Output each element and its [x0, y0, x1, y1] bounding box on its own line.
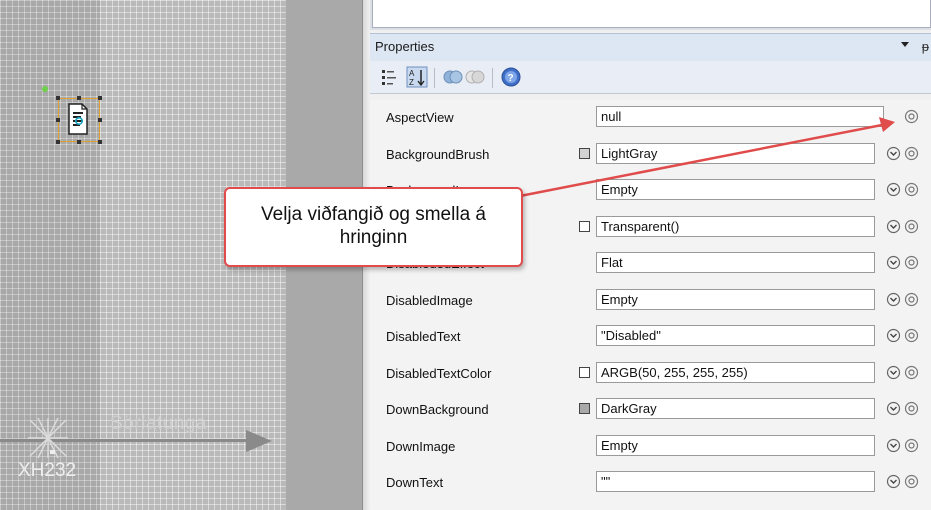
- resize-handle[interactable]: [77, 96, 81, 100]
- expand-chevron-icon[interactable]: [886, 146, 901, 161]
- property-grid: AspectView null BackgroundBrush LightGrayBa…: [370, 100, 931, 510]
- property-name: DisabledImage: [386, 292, 473, 308]
- svg-text:Z: Z: [409, 78, 414, 87]
- property-value-field[interactable]: LightGray: [596, 142, 875, 164]
- property-name: BackgroundBrush: [386, 146, 490, 162]
- property-value-field[interactable]: DarkGray: [596, 398, 875, 419]
- svg-text:?: ?: [508, 73, 514, 84]
- color-swatch: [579, 147, 590, 159]
- bind-circle-icon[interactable]: [904, 146, 919, 161]
- property-name: DisabledTextColor: [386, 365, 492, 381]
- property-value-field[interactable]: ARGB(50, 255, 255, 255): [596, 361, 875, 383]
- svg-text:A: A: [409, 69, 415, 78]
- property-row[interactable]: DownBackground DarkGray: [370, 392, 931, 428]
- expand-chevron-icon[interactable]: [886, 328, 901, 343]
- resize-handle[interactable]: [77, 140, 81, 144]
- toolbar-separator: [492, 68, 493, 88]
- bind-circle-icon[interactable]: [904, 328, 919, 343]
- resize-handle[interactable]: [56, 140, 60, 144]
- property-name: DownBackground: [386, 402, 489, 417]
- properties-header: Properties ᵽ: [370, 33, 931, 62]
- property-name: DownText: [386, 475, 444, 490]
- property-row[interactable]: DisabledImage Empty: [370, 283, 931, 319]
- panel-title: Properties: [375, 39, 435, 54]
- property-row[interactable]: DisabledText "Disabled": [370, 319, 931, 355]
- bind-circle-icon[interactable]: [904, 365, 919, 380]
- property-row[interactable]: DownImage Empty: [370, 429, 931, 465]
- bind-circle-icon[interactable]: [904, 182, 919, 197]
- bind-circle-icon[interactable]: [904, 109, 919, 124]
- pin-icon[interactable]: ᵽ: [922, 39, 929, 54]
- help-icon[interactable]: ?: [500, 66, 522, 88]
- events-view-icon[interactable]: [464, 66, 486, 88]
- expand-chevron-icon[interactable]: [886, 292, 901, 307]
- expand-chevron-icon[interactable]: [886, 401, 901, 416]
- expand-chevron-icon[interactable]: [886, 182, 901, 197]
- resize-handle[interactable]: [56, 118, 60, 122]
- alphabetical-sort-icon[interactable]: A Z: [406, 66, 428, 88]
- document-area: [372, 0, 931, 28]
- property-value-field[interactable]: Empty: [596, 288, 875, 310]
- document-area-edge: [370, 0, 931, 30]
- callout-text: Velja viðfangið og smella á hringinn: [261, 204, 486, 248]
- bind-circle-icon[interactable]: [904, 474, 919, 489]
- property-value-field[interactable]: Empty: [596, 179, 875, 200]
- property-value-field[interactable]: null: [596, 106, 884, 127]
- property-value-field[interactable]: "": [596, 471, 875, 492]
- expand-chevron-icon[interactable]: [886, 219, 901, 234]
- property-value-field[interactable]: Flat: [596, 252, 875, 273]
- categorized-icon[interactable]: [380, 66, 402, 88]
- resize-handle[interactable]: [98, 140, 102, 144]
- color-swatch: [579, 220, 590, 232]
- properties-view-icon[interactable]: [442, 66, 464, 88]
- panel-menu-dropdown-icon[interactable]: [901, 42, 909, 47]
- expand-chevron-icon[interactable]: [886, 438, 901, 453]
- property-value-field[interactable]: "Disabled": [596, 325, 875, 346]
- bind-circle-icon[interactable]: [904, 438, 919, 453]
- property-value-field[interactable]: Empty: [596, 434, 875, 456]
- callout-box: Velja viðfangið og smella á hringinn: [224, 187, 523, 267]
- document-object-icon[interactable]: [67, 103, 89, 135]
- property-row[interactable]: BackgroundBrush LightGray: [370, 137, 931, 173]
- color-swatch: [579, 403, 590, 414]
- junction-node-icon[interactable]: [26, 416, 70, 464]
- expand-chevron-icon[interactable]: [886, 474, 901, 489]
- property-value-field[interactable]: Transparent(): [596, 215, 875, 237]
- bind-circle-icon[interactable]: [904, 401, 919, 416]
- toolbar-separator: [434, 68, 435, 88]
- resize-handle[interactable]: [98, 96, 102, 100]
- node-label: XH232: [18, 460, 77, 481]
- property-row[interactable]: DisabledTextColor ARGB(50, 255, 255, 255): [370, 356, 931, 392]
- resize-handle[interactable]: [56, 96, 60, 100]
- properties-toolbar: A Z ?: [370, 61, 931, 94]
- expand-chevron-icon[interactable]: [886, 365, 901, 380]
- bind-circle-icon[interactable]: [904, 255, 919, 270]
- resize-handle[interactable]: [98, 118, 102, 122]
- color-swatch: [579, 366, 590, 378]
- bind-circle-icon[interactable]: [904, 292, 919, 307]
- expand-chevron-icon[interactable]: [886, 255, 901, 270]
- bind-circle-icon[interactable]: [904, 219, 919, 234]
- rotation-handle[interactable]: [42, 86, 48, 92]
- road-label: Sörlatunga: [110, 413, 207, 434]
- property-name: AspectView: [386, 110, 454, 125]
- property-row[interactable]: DownText "": [370, 465, 931, 501]
- property-row[interactable]: AspectView null: [370, 100, 931, 136]
- property-name: DisabledText: [386, 329, 461, 344]
- road-arrow-head: [246, 430, 272, 452]
- property-name: DownImage: [386, 438, 456, 454]
